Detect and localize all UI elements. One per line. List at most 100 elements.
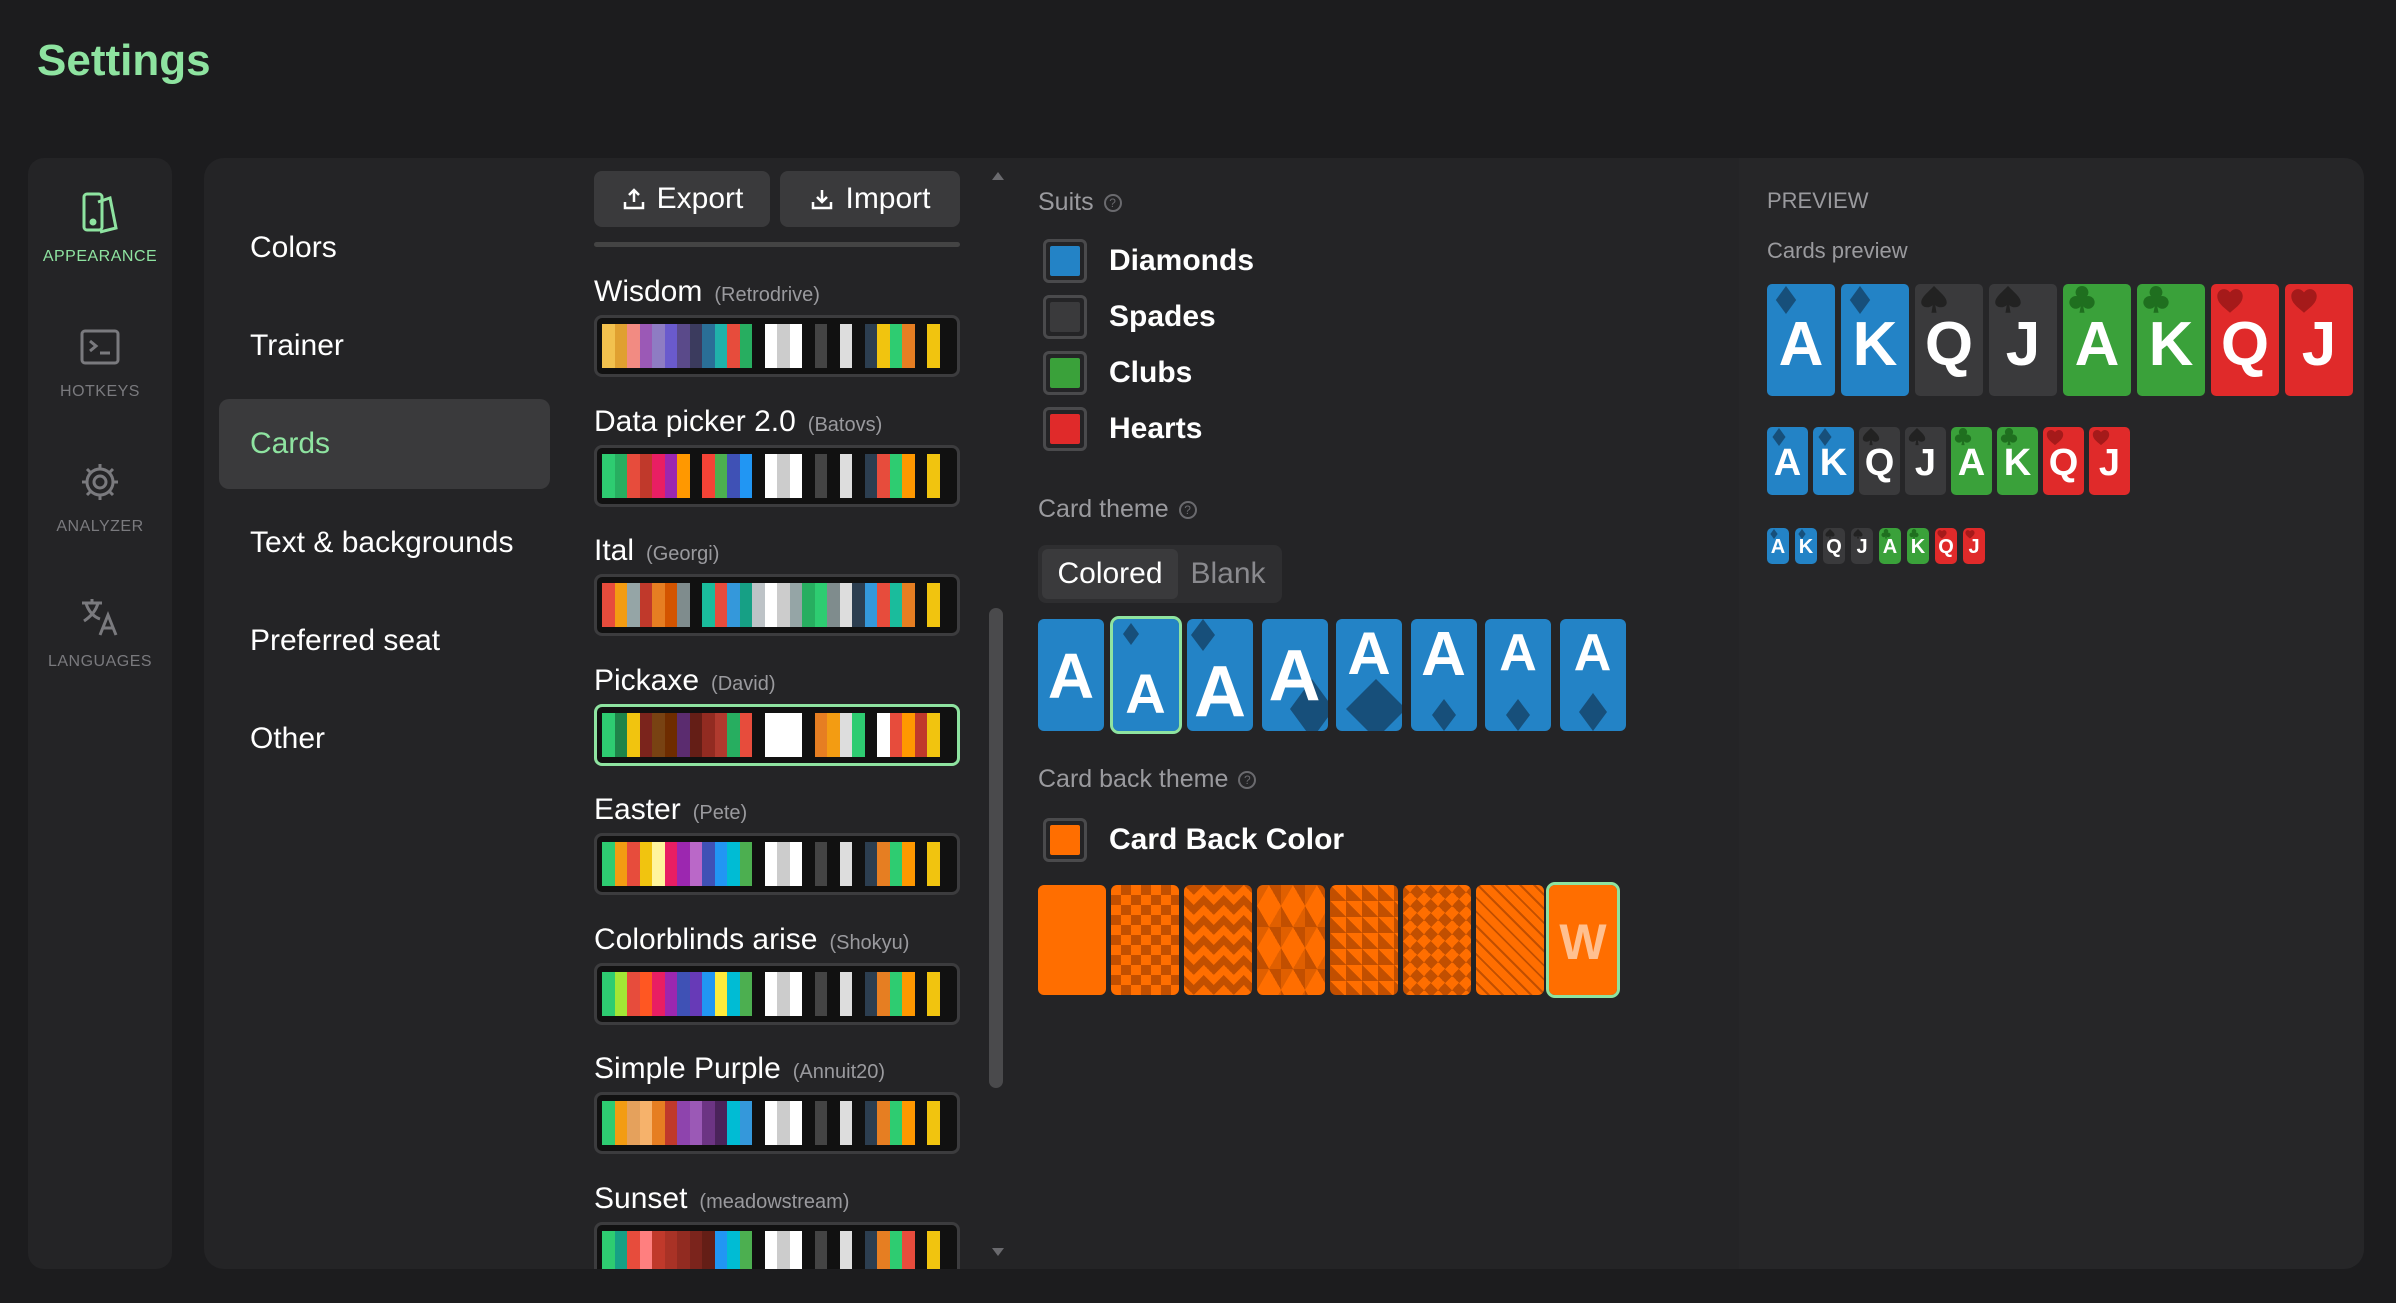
theme-name: Easter	[594, 793, 681, 826]
palette-swatch	[914, 971, 927, 1016]
color-swatch[interactable]	[1043, 351, 1087, 395]
palette-swatch	[664, 712, 677, 757]
theme-palette[interactable]	[594, 833, 960, 895]
palette-swatch	[614, 712, 627, 757]
spade-icon	[1921, 286, 1948, 313]
card-theme-option[interactable]: A	[1261, 619, 1328, 731]
scrollbar-thumb[interactable]	[989, 608, 1003, 1088]
suit-row-diamonds[interactable]: Diamonds	[1043, 239, 1254, 283]
export-button[interactable]: Export	[594, 171, 770, 227]
card-back-option-cubes[interactable]	[1257, 885, 1325, 995]
toggle-colored[interactable]: Colored	[1042, 549, 1178, 599]
theme-item[interactable]: Sunset (meadowstream)	[594, 1182, 960, 1269]
palette-swatch	[827, 712, 840, 757]
theme-item[interactable]: Data picker 2.0 (Batovs)	[594, 405, 960, 507]
theme-item[interactable]: Simple Purple (Annuit20)	[594, 1052, 960, 1154]
card-back-color-row[interactable]: Card Back Color	[1043, 818, 1344, 862]
preview-card: J	[2285, 284, 2353, 396]
nav-item-colors[interactable]: Colors	[219, 203, 550, 293]
palette-swatch	[752, 842, 765, 886]
palette-swatch	[777, 971, 790, 1016]
palette-swatch	[639, 842, 652, 886]
palette-swatch	[639, 453, 652, 498]
nav-item-cards[interactable]: Cards	[219, 399, 550, 489]
preview-card: J	[1905, 427, 1946, 495]
theme-item[interactable]: Colorblinds arise (Shokyu)	[594, 923, 960, 1025]
palette-swatch	[839, 842, 852, 886]
theme-palette[interactable]	[594, 444, 960, 507]
import-label: Import	[845, 182, 931, 215]
rail-item-appearance[interactable]: APPEARANCE	[28, 190, 172, 266]
theme-palette[interactable]	[594, 315, 960, 377]
card-theme-option[interactable]: A	[1336, 619, 1402, 731]
palette-swatch	[639, 1101, 652, 1145]
card-theme-option[interactable]: A	[1109, 616, 1182, 734]
palette-swatch	[927, 453, 940, 498]
theme-palette[interactable]	[594, 1221, 960, 1269]
palette-swatch	[877, 583, 890, 627]
theme-author: (Batovs)	[807, 413, 883, 436]
palette-swatch	[752, 324, 765, 368]
palette-swatch	[602, 1230, 615, 1269]
card-theme-option[interactable]: A	[1559, 619, 1626, 731]
card-back-option-solid[interactable]	[1038, 885, 1106, 995]
theme-palette[interactable]	[594, 703, 960, 766]
card-back-option-zigzag[interactable]	[1184, 885, 1252, 995]
palette-swatch	[852, 971, 865, 1016]
theme-palette[interactable]	[594, 574, 960, 636]
card-back-option-diamonds[interactable]	[1403, 885, 1471, 995]
heart-icon	[2291, 289, 2318, 313]
palette-swatch	[852, 842, 865, 886]
theme-palette[interactable]	[594, 1092, 960, 1154]
card-back-option-logo[interactable]: W	[1546, 882, 1620, 998]
palette-swatch	[827, 842, 840, 886]
preview-card: J	[1851, 528, 1873, 564]
toggle-blank[interactable]: Blank	[1178, 549, 1278, 599]
settings-panel: Colors Trainer Cards Text & backgrounds …	[204, 158, 2364, 1269]
nav-item-trainer[interactable]: Trainer	[219, 301, 550, 391]
color-swatch[interactable]	[1043, 407, 1087, 451]
card-theme-toggle[interactable]: Colored Blank	[1038, 545, 1282, 603]
nav-item-preferred-seat[interactable]: Preferred seat	[219, 596, 550, 686]
palette-swatch	[652, 453, 665, 498]
help-icon[interactable]: ?	[1178, 500, 1197, 519]
palette-swatch	[914, 583, 927, 627]
theme-item[interactable]: Pickaxe (David)	[594, 664, 960, 766]
help-icon[interactable]: ?	[1103, 193, 1122, 212]
theme-palette[interactable]	[594, 962, 960, 1025]
nav-item-other[interactable]: Other	[219, 694, 550, 784]
card-back-option-stripes[interactable]	[1476, 885, 1544, 995]
help-icon[interactable]: ?	[1238, 770, 1257, 789]
palette-swatch	[939, 583, 952, 627]
card-back-option-triangles[interactable]	[1330, 885, 1398, 995]
scroll-up-arrow	[992, 172, 1004, 180]
card-theme-option[interactable]: A	[1038, 619, 1104, 731]
card-theme-option[interactable]: A	[1485, 619, 1551, 731]
color-swatch[interactable]	[1043, 239, 1087, 283]
preview-card: K	[1997, 427, 2038, 495]
card-back-option-checker[interactable]	[1111, 885, 1179, 995]
color-swatch[interactable]	[1043, 818, 1087, 862]
theme-item[interactable]: Ital (Georgi)	[594, 534, 960, 636]
card-theme-option[interactable]: A	[1187, 619, 1253, 731]
suit-row-clubs[interactable]: Clubs	[1043, 351, 1192, 395]
suit-row-hearts[interactable]: Hearts	[1043, 407, 1202, 451]
import-button[interactable]: Import	[780, 171, 960, 227]
palette-swatch	[939, 971, 952, 1016]
palette-swatch	[789, 324, 802, 368]
theme-item[interactable]: Easter (Pete)	[594, 793, 960, 895]
suit-row-spades[interactable]: Spades	[1043, 295, 1216, 339]
palette-swatch	[864, 842, 877, 886]
palette-swatch	[614, 1101, 627, 1145]
theme-list[interactable]: Export Import Wisdom (Retrodrive) Data pic…	[560, 158, 1020, 1269]
rail-item-languages[interactable]: LANGUAGES	[28, 595, 172, 671]
card-theme-option[interactable]: A	[1410, 619, 1477, 731]
color-swatch[interactable]	[1043, 295, 1087, 339]
preview-pane: PREVIEW Cards preview AKQJAKQJAKQJAKQJAK…	[1739, 158, 2364, 1269]
theme-item[interactable]: Wisdom (Retrodrive)	[594, 275, 960, 377]
nav-item-text-backgrounds[interactable]: Text & backgrounds	[219, 498, 550, 588]
rail-item-hotkeys[interactable]: HOTKEYS	[28, 325, 172, 401]
rail-item-analyzer[interactable]: ANALYZER	[28, 460, 172, 536]
card-theme-title: Card theme?	[1038, 495, 1197, 524]
palette-swatch	[639, 712, 652, 757]
